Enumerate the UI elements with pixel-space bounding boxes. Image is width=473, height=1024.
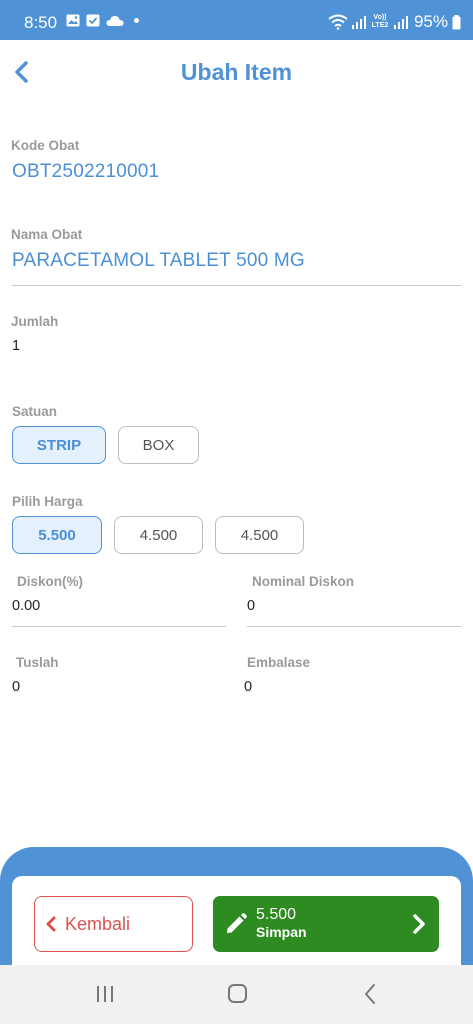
status-system-icons: Vo)) LTE2 95% — [328, 12, 461, 32]
check-square-icon — [86, 14, 100, 27]
embalase-field[interactable]: 0 — [244, 679, 252, 695]
pilih-harga-label: Pilih Harga — [12, 494, 83, 509]
diskon-persen-underline — [12, 626, 226, 627]
simpan-label: Simpan — [256, 924, 307, 940]
kode-obat-label: Kode Obat — [11, 138, 80, 153]
nama-obat-label: Nama Obat — [11, 227, 83, 242]
nominal-diskon-field[interactable]: 0 — [247, 598, 255, 614]
tuslah-field[interactable]: 0 — [12, 679, 20, 695]
embalase-label: Embalase — [247, 655, 311, 670]
recent-apps-icon[interactable] — [95, 985, 115, 1003]
system-nav-bar — [0, 965, 473, 1024]
dot-icon — [134, 18, 139, 23]
simpan-button[interactable]: 5.500 Simpan — [213, 896, 439, 952]
kembali-label: Kembali — [65, 913, 131, 934]
chevron-right-icon — [413, 914, 425, 934]
diskon-persen-field[interactable]: 0.00 — [12, 598, 40, 614]
chevron-left-icon — [46, 916, 56, 932]
simpan-amount: 5.500 — [256, 906, 297, 923]
battery-icon — [452, 14, 461, 29]
nominal-diskon-underline — [247, 626, 461, 627]
status-bar: 8:50 Vo)) LTE2 95% — [0, 0, 473, 40]
home-icon[interactable] — [228, 984, 247, 1003]
harga-option-1[interactable]: 5.500 — [12, 516, 102, 554]
status-notification-icons — [66, 14, 139, 27]
page-title: Ubah Item — [180, 59, 293, 85]
jumlah-label: Jumlah — [11, 314, 59, 329]
wifi-icon — [328, 14, 348, 30]
harga-option-3[interactable]: 4.500 — [215, 516, 304, 554]
image-icon — [66, 14, 80, 27]
kembali-button[interactable]: Kembali — [34, 896, 193, 952]
satuan-option-box[interactable]: BOX — [118, 426, 199, 464]
diskon-persen-label: Diskon(%) — [17, 574, 84, 589]
nama-obat-divider — [12, 285, 461, 286]
battery-text: 95% — [413, 12, 448, 31]
nominal-diskon-label: Nominal Diskon — [252, 574, 355, 589]
tuslah-label: Tuslah — [16, 655, 59, 670]
harga-option-2[interactable]: 4.500 — [114, 516, 203, 554]
pencil-icon — [227, 913, 247, 933]
kode-obat-value: OBT2502210001 — [12, 161, 160, 182]
satuan-label: Satuan — [12, 404, 58, 419]
cloud-icon — [106, 16, 124, 26]
satuan-option-strip[interactable]: STRIP — [12, 426, 106, 464]
status-time: 8:50 — [24, 13, 58, 32]
nama-obat-value: PARACETAMOL TABLET 500 MG — [12, 250, 305, 271]
jumlah-field[interactable]: 1 — [12, 338, 20, 354]
signal-icon — [351, 16, 366, 29]
system-back-icon[interactable] — [363, 983, 377, 1005]
signal-icon-2 — [393, 16, 408, 29]
network-label: Vo)) LTE2 — [371, 14, 389, 29]
